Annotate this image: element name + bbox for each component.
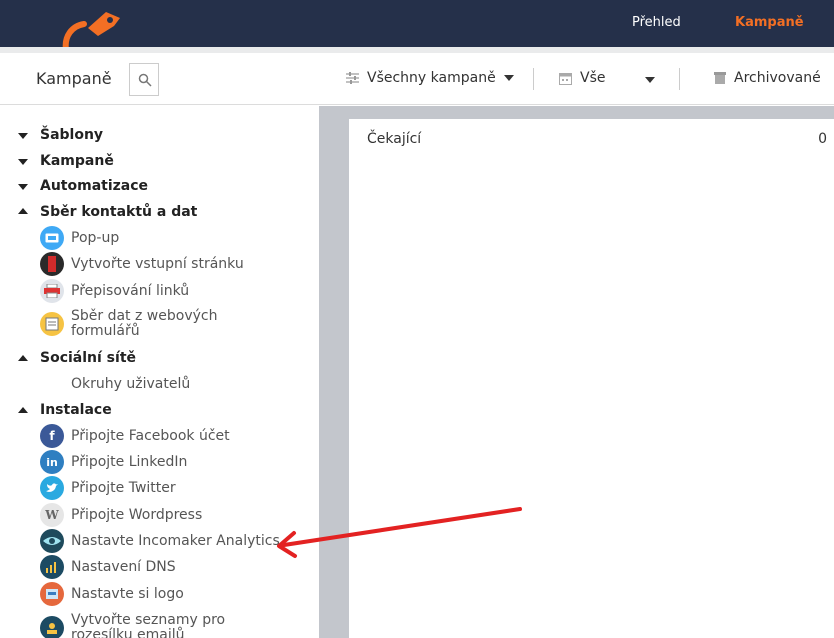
calendar-icon (559, 72, 572, 85)
sidebar-item-landing-page[interactable]: Vytvořte vstupní stránku (40, 252, 244, 276)
chevron-down-icon[interactable] (645, 77, 655, 83)
sidebar-item-label: Připojte Wordpress (71, 506, 203, 523)
sidebar-item-linkedin[interactable]: in Připojte LinkedIn (40, 450, 187, 474)
sidebar-item-twitter[interactable]: Připojte Twitter (40, 476, 176, 500)
red-arrow-annotation (277, 507, 522, 558)
sidebar-section-social[interactable]: Sociální sítě (40, 350, 136, 366)
printer-icon (40, 279, 64, 303)
sidebar-item-popup[interactable]: Pop-up (40, 226, 119, 250)
popup-icon (40, 226, 64, 250)
expand-toggle-icon[interactable] (18, 407, 28, 413)
collapse-toggle-icon[interactable] (18, 159, 28, 165)
wordpress-icon: W (40, 503, 64, 527)
collapse-toggle-icon[interactable] (18, 184, 28, 190)
sidebar-item-analytics[interactable]: Nastavte Incomaker Analytics (40, 529, 280, 553)
sidebar-item-label: Vytvořte vstupní stránku (71, 255, 244, 272)
sidebar-item-label: Připojte LinkedIn (71, 453, 188, 470)
search-button[interactable] (129, 63, 159, 96)
sidebar-section-campaigns[interactable]: Kampaně (40, 153, 114, 169)
column-title: Čekající (367, 131, 422, 147)
collapse-toggle-icon[interactable] (18, 133, 28, 139)
campaign-filter-label: Všechny kampaně (367, 70, 496, 86)
sidebar-section-templates[interactable]: Šablony (40, 127, 103, 143)
sidebar-item-logo[interactable]: Nastavte si logo (40, 582, 184, 606)
facebook-icon: f (40, 424, 64, 448)
twitter-icon (40, 476, 64, 500)
chevron-down-icon (503, 75, 514, 81)
archived-filter[interactable]: Archivované (714, 70, 821, 86)
sidebar-section-automation[interactable]: Automatizace (40, 178, 148, 194)
page-title: Kampaně (36, 69, 112, 88)
sidebar-item-label: Sběr dat z webových formulářů (71, 308, 218, 339)
sidebar-item-facebook[interactable]: f Připojte Facebook účet (40, 424, 230, 448)
date-filter-label: Vše (580, 70, 606, 86)
nav-overview[interactable]: Přehled (632, 15, 681, 30)
linkedin-icon: in (40, 450, 64, 474)
sidebar-item-mailing-list[interactable]: Vytvořte seznamy pro rozesílku emailů (40, 612, 246, 638)
archive-box-icon (714, 72, 726, 84)
top-navbar: Přehled Kampaně (0, 0, 834, 50)
campaign-filter-dropdown[interactable]: Všechny kampaně (346, 70, 514, 86)
sidebar-item-label: Připojte Facebook účet (71, 427, 230, 444)
sidebar-item-label: Nastavte Incomaker Analytics (71, 532, 280, 549)
analytics-eye-icon (40, 529, 64, 553)
sidebar-item-label: Přepisování linků (71, 282, 190, 299)
column-count: 0 (818, 131, 827, 147)
sidebar-item-label: Okruhy uživatelů (71, 375, 191, 392)
rocket-logo-icon[interactable] (58, 6, 124, 50)
sidebar-section-installation[interactable]: Instalace (40, 402, 112, 418)
nav-campaigns[interactable]: Kampaně (735, 15, 804, 30)
divider (679, 68, 680, 90)
sidebar-section-data-collection[interactable]: Sběr kontaktů a dat (40, 204, 197, 220)
sidebar-item-label: Připojte Twitter (71, 479, 176, 496)
landing-page-icon (40, 252, 64, 276)
search-icon (138, 73, 152, 87)
sidebar-item-wordpress[interactable]: W Připojte Wordpress (40, 503, 202, 527)
mailing-list-icon (40, 616, 64, 638)
sidebar-item-label: Nastavení DNS (71, 558, 176, 575)
dns-icon (40, 555, 64, 579)
logo-icon (40, 582, 64, 606)
sidebar-item-link-rewrite[interactable]: Přepisování linků (40, 279, 189, 303)
sidebar-item-label: Pop-up (71, 229, 120, 246)
expand-toggle-icon[interactable] (18, 355, 28, 361)
sidebar-item-dns[interactable]: Nastavení DNS (40, 555, 176, 579)
date-filter-dropdown[interactable]: Vše (559, 70, 605, 86)
archived-filter-label: Archivované (734, 70, 821, 86)
sidebar-item-label: Vytvořte seznamy pro rozesílku emailů (71, 612, 226, 638)
page-header: Kampaně Všechny kampaně Vše Archivované (0, 53, 834, 105)
expand-toggle-icon[interactable] (18, 208, 28, 214)
divider (533, 68, 534, 90)
sliders-icon (346, 72, 359, 84)
form-icon (40, 312, 64, 336)
sidebar-item-web-forms[interactable]: Sběr dat z webových formulářů (40, 308, 231, 339)
sidebar-item-user-circles[interactable]: Okruhy uživatelů (40, 372, 190, 396)
sidebar-item-label: Nastavte si logo (71, 585, 184, 602)
